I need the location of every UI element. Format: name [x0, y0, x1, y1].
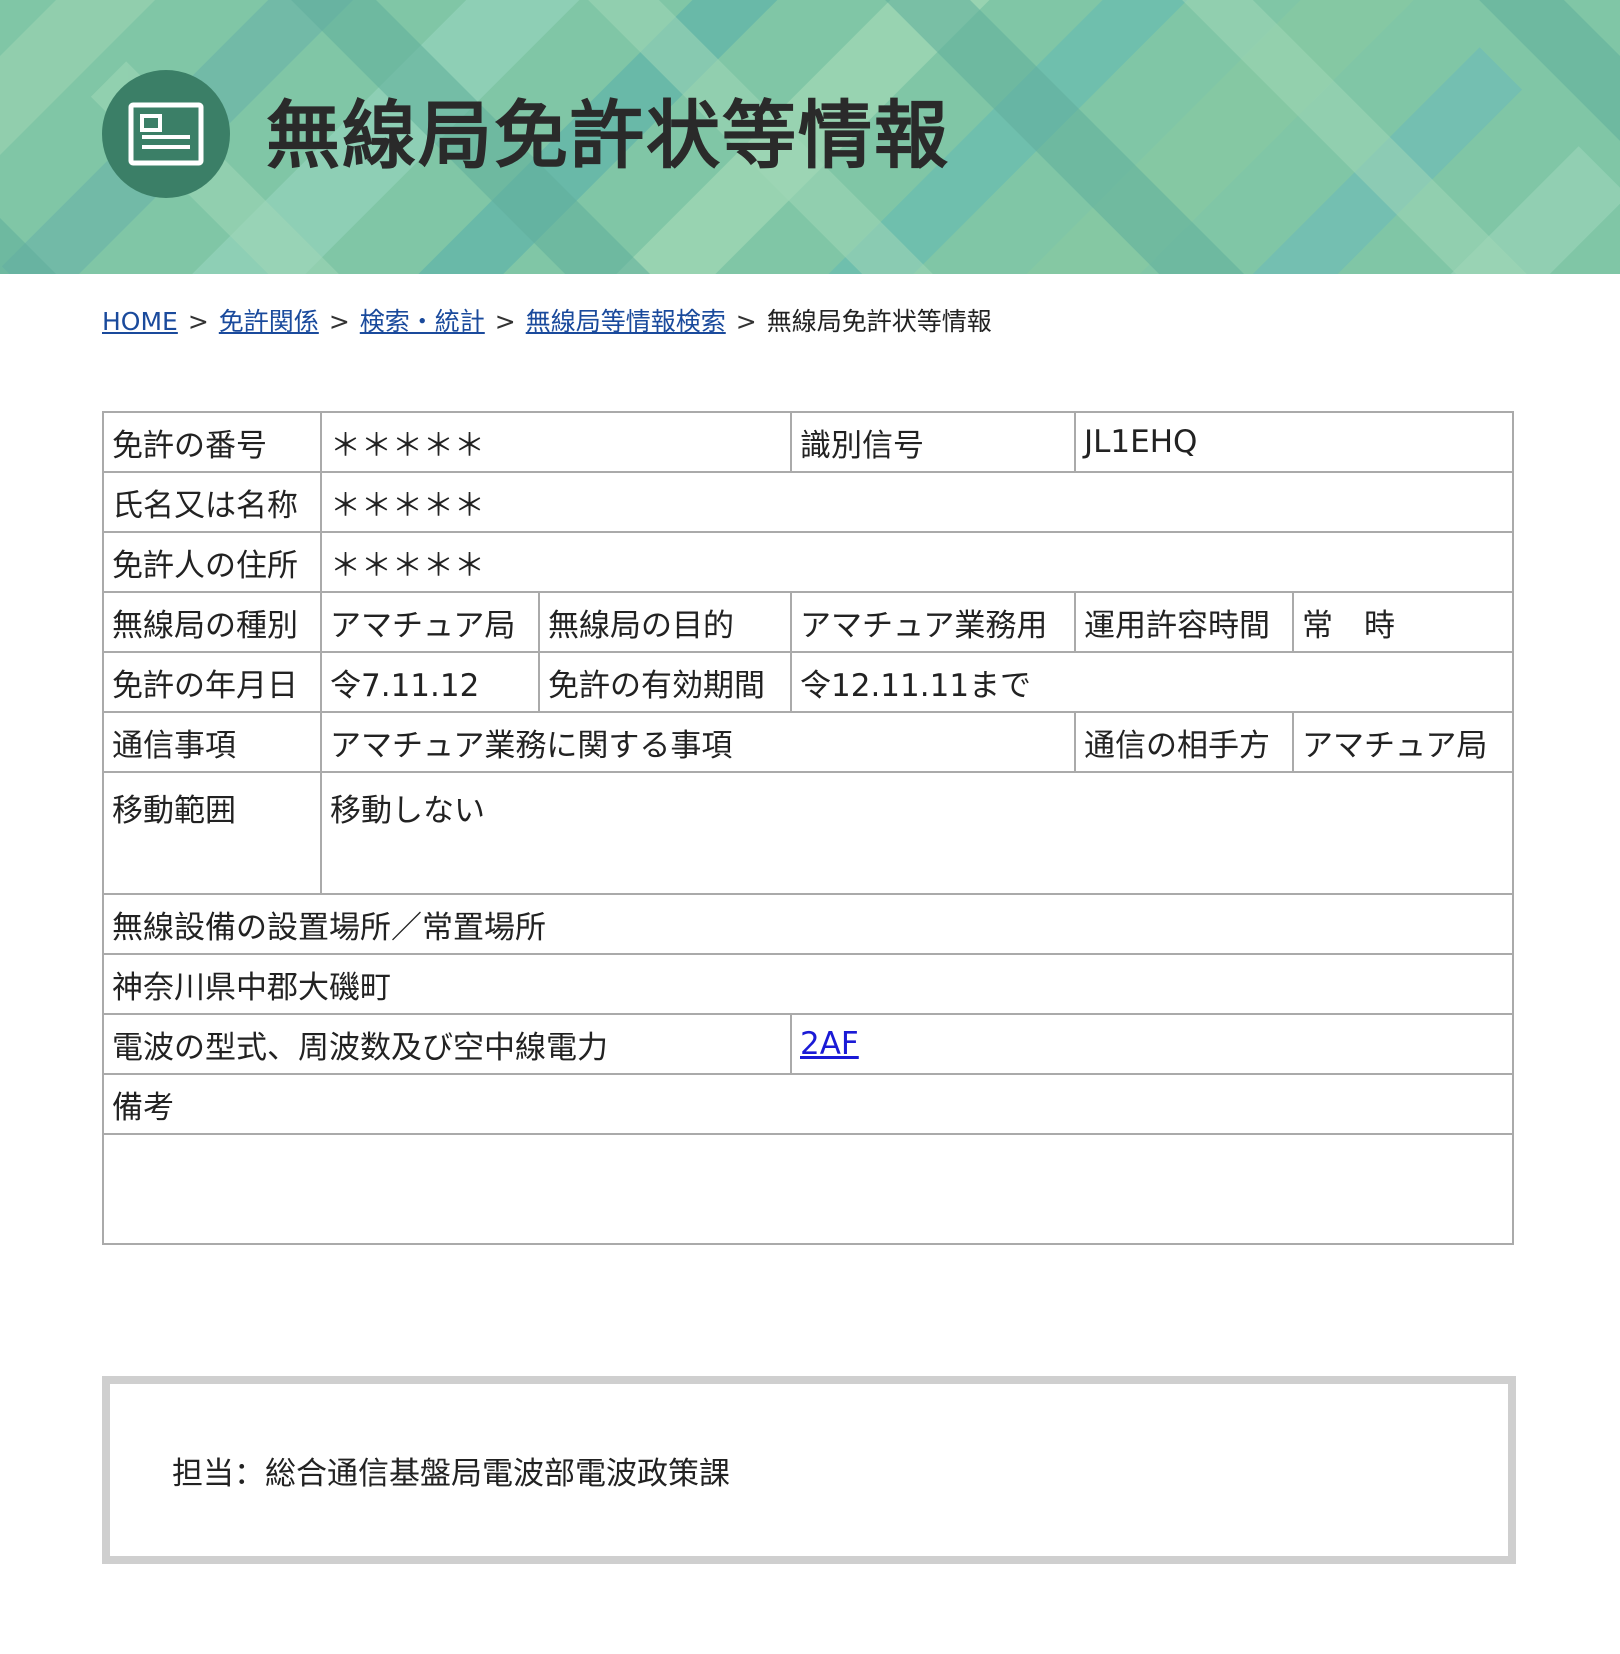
license-card-icon: [128, 102, 204, 166]
license-info-table: 免許の番号 ＊＊＊＊＊ 識別信号 JL1EHQ 氏名又は名称 ＊＊＊＊＊ 免許人…: [102, 411, 1514, 1245]
location-value: 神奈川県中郡大磯町: [102, 953, 1514, 1015]
comm-matters-value: アマチュア業務に関する事項: [320, 711, 1076, 773]
movement-value: 移動しない: [320, 771, 1514, 895]
contact-box: 担当：総合通信基盤局電波部電波政策課: [102, 1376, 1516, 1564]
table-row: 無線設備の設置場所／常置場所: [102, 893, 1514, 955]
breadcrumb-station-search[interactable]: 無線局等情報検索: [526, 307, 726, 336]
breadcrumb-separator: >: [735, 307, 757, 336]
call-sign-value: JL1EHQ: [1074, 411, 1514, 473]
table-row: 移動範囲 移動しない: [102, 771, 1514, 895]
call-sign-label: 識別信号: [790, 411, 1076, 473]
breadcrumb-search-stats[interactable]: 検索・統計: [360, 307, 485, 336]
license-number-value: ＊＊＊＊＊: [320, 411, 792, 473]
license-date-label: 免許の年月日: [102, 651, 322, 713]
breadcrumb-separator: >: [328, 307, 350, 336]
table-row: 神奈川県中郡大磯町: [102, 953, 1514, 1015]
header-badge: [102, 70, 230, 198]
table-row: 無線局の種別 アマチュア局 無線局の目的 アマチュア業務用 運用許容時間 常 時: [102, 591, 1514, 653]
purpose-label: 無線局の目的: [538, 591, 792, 653]
table-row: 免許の年月日 令7.11.12 免許の有効期間 令12.11.11まで: [102, 651, 1514, 713]
contact-text: 担当：総合通信基盤局電波部電波政策課: [172, 1456, 730, 1492]
name-value: ＊＊＊＊＊: [320, 471, 1514, 533]
emission-label: 電波の型式、周波数及び空中線電力: [102, 1013, 792, 1075]
breadcrumb-license[interactable]: 免許関係: [219, 307, 319, 336]
breadcrumb: HOME > 免許関係 > 検索・統計 > 無線局等情報検索 > 無線局免許状等情報: [102, 302, 992, 342]
operating-hours-label: 運用許容時間: [1074, 591, 1294, 653]
validity-label: 免許の有効期間: [538, 651, 792, 713]
address-label: 免許人の住所: [102, 531, 322, 593]
emission-link[interactable]: 2AF: [800, 1026, 859, 1062]
operating-hours-value: 常 時: [1292, 591, 1514, 653]
movement-label: 移動範囲: [102, 771, 322, 895]
name-label: 氏名又は名称: [102, 471, 322, 533]
location-label: 無線設備の設置場所／常置場所: [102, 893, 1514, 955]
table-row: 通信事項 アマチュア業務に関する事項 通信の相手方 アマチュア局: [102, 711, 1514, 773]
breadcrumb-home[interactable]: HOME: [102, 307, 178, 336]
license-date-value: 令7.11.12: [320, 651, 540, 713]
remarks-value: [102, 1133, 1514, 1245]
comm-partner-label: 通信の相手方: [1074, 711, 1294, 773]
address-value: ＊＊＊＊＊: [320, 531, 1514, 593]
remarks-label: 備考: [102, 1073, 1514, 1135]
table-row: [102, 1133, 1514, 1245]
station-type-label: 無線局の種別: [102, 591, 322, 653]
breadcrumb-separator: >: [494, 307, 516, 336]
breadcrumb-current: 無線局免許状等情報: [766, 307, 992, 336]
purpose-value: アマチュア業務用: [790, 591, 1076, 653]
comm-matters-label: 通信事項: [102, 711, 322, 773]
table-row: 電波の型式、周波数及び空中線電力 2AF: [102, 1013, 1514, 1075]
station-type-value: アマチュア局: [320, 591, 540, 653]
comm-partner-value: アマチュア局: [1292, 711, 1514, 773]
license-number-label: 免許の番号: [102, 411, 322, 473]
validity-value: 令12.11.11まで: [790, 651, 1514, 713]
table-row: 免許の番号 ＊＊＊＊＊ 識別信号 JL1EHQ: [102, 411, 1514, 473]
table-row: 免許人の住所 ＊＊＊＊＊: [102, 531, 1514, 593]
table-row: 氏名又は名称 ＊＊＊＊＊: [102, 471, 1514, 533]
emission-cell: 2AF: [790, 1013, 1514, 1075]
breadcrumb-separator: >: [187, 307, 209, 336]
page-title: 無線局免許状等情報: [266, 93, 950, 179]
table-row: 備考: [102, 1073, 1514, 1135]
header-banner: 無線局免許状等情報: [0, 0, 1620, 274]
